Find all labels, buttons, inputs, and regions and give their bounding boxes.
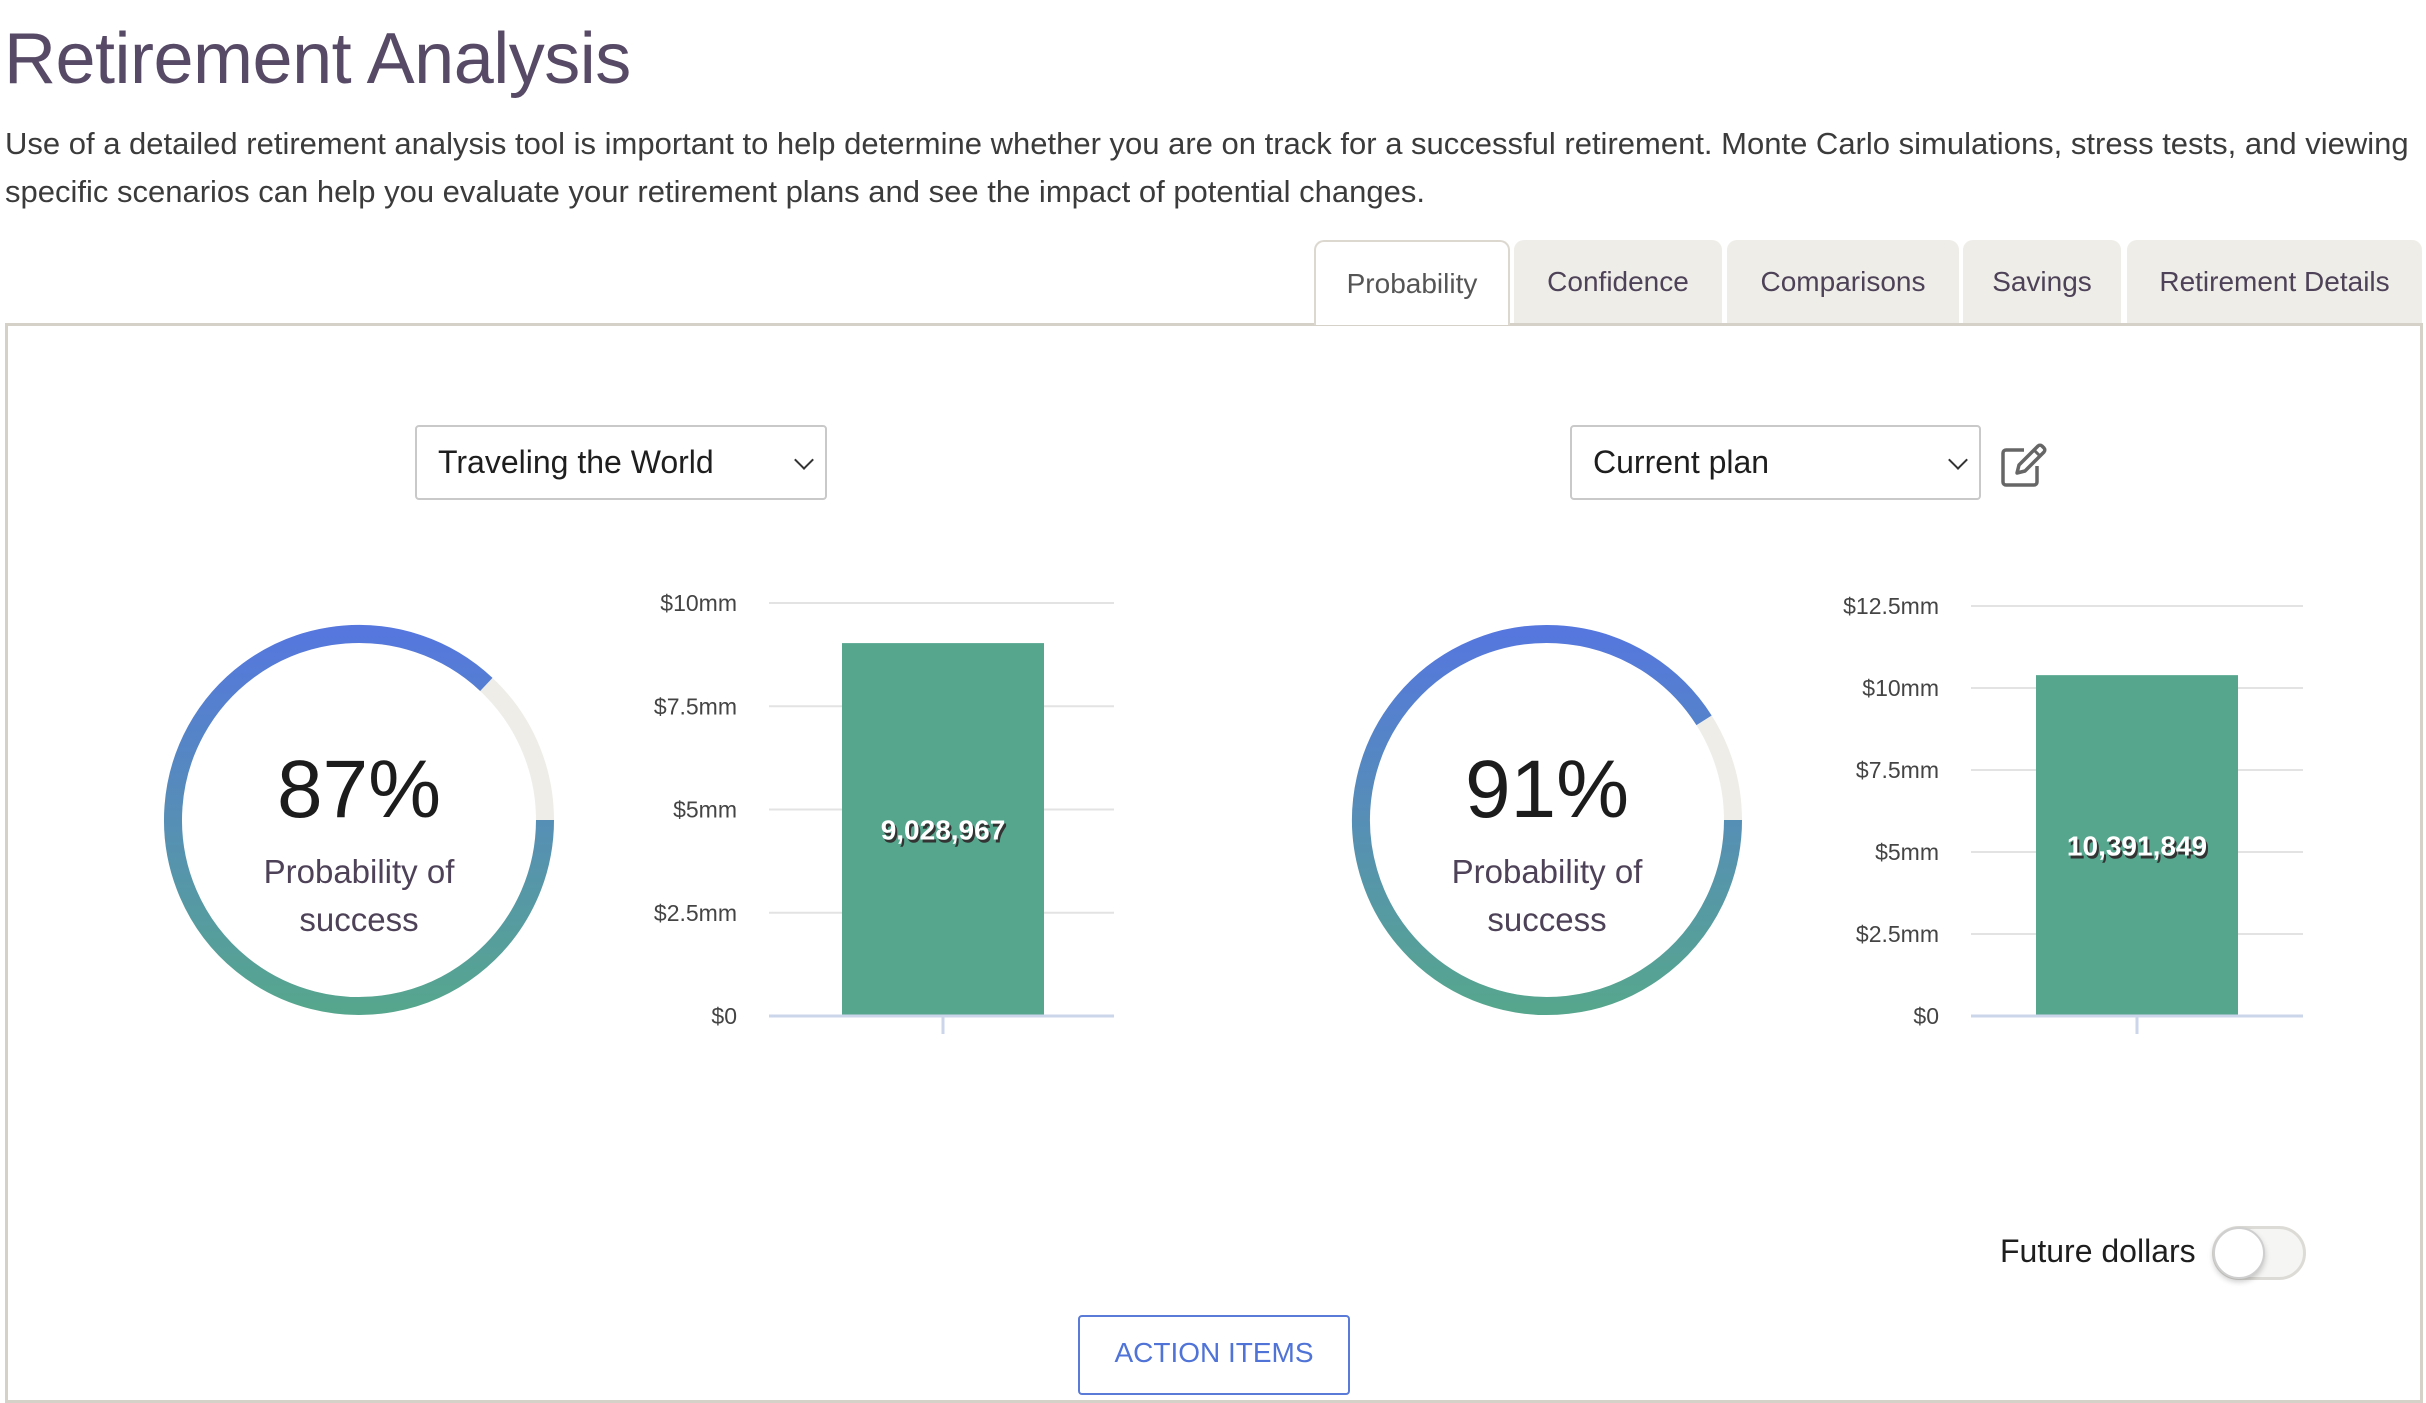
tab-savings[interactable]: Savings (1963, 240, 2121, 323)
future-dollars-toggle[interactable] (2212, 1226, 2306, 1280)
y-tick-label: $2.5mm (654, 900, 737, 926)
page-description: Use of a detailed retirement analysis to… (5, 126, 2409, 209)
probability-donut-right: 91% Probability of success (1347, 620, 1747, 1020)
y-tick-label: $7.5mm (1856, 757, 1939, 783)
tab-probability[interactable]: Probability (1314, 240, 1510, 325)
ending-assets-chart-left: $0$2.5mm$5mm$7.5mm$10mm9,028,9679,028,96… (654, 590, 1114, 1034)
y-tick-label: $5mm (1875, 839, 1939, 865)
scenario-select-left-value: Traveling the World (438, 444, 714, 480)
edit-icon[interactable] (2000, 442, 2048, 488)
y-tick-label: $12.5mm (1843, 593, 1939, 619)
probability-label-left: Probability of success (159, 848, 559, 944)
action-items-button[interactable]: ACTION ITEMS (1078, 1315, 1350, 1395)
y-tick-label: $10mm (1862, 675, 1939, 701)
scenario-select-left[interactable]: Traveling the World (415, 425, 827, 500)
y-tick-label: $0 (711, 1003, 737, 1029)
probability-label-text: Probability of success (263, 853, 455, 938)
scenario-select-right-value: Current plan (1593, 444, 1770, 480)
tab-comparisons[interactable]: Comparisons (1727, 240, 1959, 323)
y-tick-label: $5mm (673, 797, 737, 823)
toggle-knob (2213, 1227, 2265, 1279)
probability-label-right: Probability of success (1347, 848, 1747, 944)
future-dollars-label: Future dollars (2000, 1233, 2196, 1269)
y-tick-label: $10mm (660, 590, 737, 616)
probability-label-text: Probability of success (1451, 853, 1643, 938)
chevron-down-icon (1948, 449, 1968, 470)
bar-value-label: 9,028,967 (881, 815, 1006, 846)
probability-value-right: 91% (1464, 744, 1630, 835)
scenario-select-right[interactable]: Current plan (1570, 425, 1981, 500)
y-tick-label: $2.5mm (1856, 921, 1939, 947)
y-tick-label: $7.5mm (654, 693, 737, 719)
bar-value-label: 10,391,849 (2067, 831, 2207, 862)
probability-donut-left: 87% Probability of success (159, 620, 559, 1020)
y-tick-label: $0 (1913, 1003, 1939, 1029)
probability-value-left: 87% (276, 744, 442, 835)
tab-retirement-details[interactable]: Retirement Details (2127, 240, 2422, 323)
chevron-down-icon (794, 449, 814, 470)
tab-confidence[interactable]: Confidence (1514, 240, 1722, 323)
ending-assets-chart-right: $0 $2.5mm $5mm $7.5mm $10mm $12.5mm 10,391,849… (1843, 593, 2303, 1034)
page-title: Retirement Analysis (4, 19, 631, 99)
